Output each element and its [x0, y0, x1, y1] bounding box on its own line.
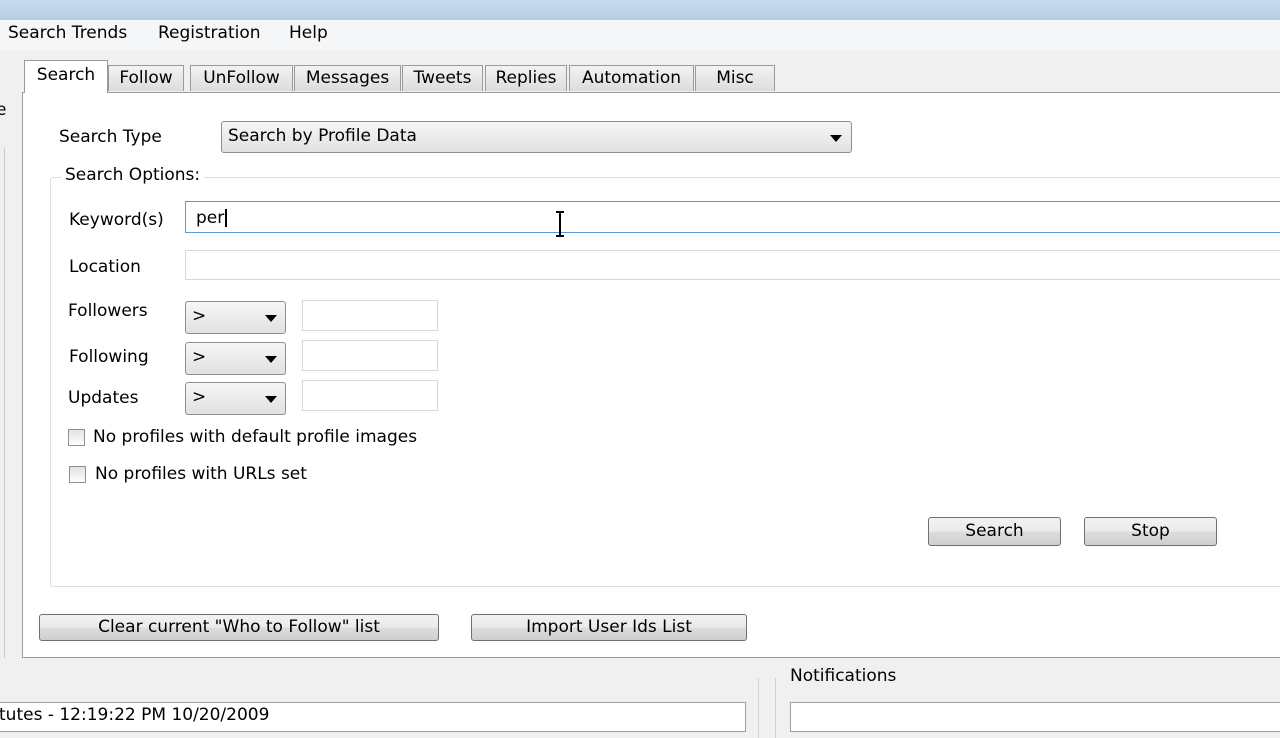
import-user-ids-button[interactable]: Import User Ids List [471, 614, 747, 641]
tab-messages-label: Messages [305, 68, 390, 88]
menu-bar: Search Trends Registration Help [0, 20, 1280, 50]
keywords-input-value: per [196, 208, 225, 228]
search-tab-panel: Search Type Search by Profile Data Searc… [22, 92, 1280, 658]
tab-tweets[interactable]: Tweets [402, 65, 483, 91]
menu-registration[interactable]: Registration [154, 23, 265, 43]
following-operator-value: > [192, 347, 207, 367]
left-side-frame [0, 148, 5, 658]
search-type-value: Search by Profile Data [228, 126, 417, 146]
bottom-area: tutes - 12:19:22 PM 10/20/2009 Notificat… [0, 660, 1280, 738]
tab-follow-label: Follow [119, 68, 173, 88]
notifications-title: Notifications [790, 666, 897, 686]
followers-count-input[interactable] [302, 300, 438, 331]
following-label: Following [69, 347, 149, 367]
followers-operator-dropdown[interactable]: > [185, 301, 286, 334]
updates-operator-dropdown[interactable]: > [185, 382, 286, 415]
location-label: Location [69, 257, 141, 277]
followers-operator-value: > [192, 306, 207, 326]
stop-button-label: Stop [1131, 521, 1170, 541]
search-button-label: Search [965, 521, 1024, 541]
window-title-bar [0, 0, 1280, 20]
updates-count-input[interactable] [302, 380, 438, 411]
notifications-box [790, 702, 1280, 732]
search-button[interactable]: Search [928, 517, 1061, 546]
tab-tweets-label: Tweets [413, 68, 472, 88]
following-count-input[interactable] [302, 340, 438, 371]
chevron-down-icon [265, 356, 277, 363]
text-caret [225, 209, 227, 227]
menu-search-trends[interactable]: Search Trends [4, 23, 131, 43]
status-log-text: tutes - 12:19:22 PM 10/20/2009 [0, 705, 270, 725]
chevron-down-icon [830, 135, 842, 142]
left-cut-label: e [0, 100, 7, 120]
tab-follow[interactable]: Follow [108, 65, 184, 91]
updates-operator-value: > [192, 387, 207, 407]
menu-help[interactable]: Help [285, 23, 332, 43]
keywords-label: Keyword(s) [69, 210, 164, 230]
tab-automation[interactable]: Automation [569, 65, 694, 91]
tab-search[interactable]: Search [24, 60, 108, 93]
tab-unfollow-label: UnFollow [203, 68, 280, 88]
search-type-label: Search Type [59, 127, 162, 147]
tab-misc[interactable]: Misc [695, 65, 775, 91]
tab-replies[interactable]: Replies [485, 65, 567, 91]
clear-who-to-follow-label: Clear current "Who to Follow" list [98, 617, 380, 637]
import-user-ids-label: Import User Ids List [526, 617, 692, 637]
stop-button[interactable]: Stop [1084, 517, 1217, 546]
no-default-images-checkbox[interactable] [68, 429, 85, 446]
keywords-input[interactable]: per [185, 201, 1280, 233]
tab-automation-label: Automation [581, 68, 681, 88]
search-type-dropdown[interactable]: Search by Profile Data [221, 121, 852, 153]
tab-search-label: Search [36, 65, 96, 85]
tab-strip: Search Follow UnFollow Messages Tweets R… [22, 60, 1280, 93]
updates-label: Updates [68, 388, 139, 408]
tab-unfollow[interactable]: UnFollow [190, 65, 293, 91]
followers-label: Followers [68, 301, 148, 321]
left-side-panel: e [0, 50, 22, 660]
no-urls-label: No profiles with URLs set [95, 464, 307, 484]
search-options-title: Search Options: [61, 165, 205, 185]
no-default-images-label: No profiles with default profile images [93, 427, 418, 447]
tab-messages[interactable]: Messages [294, 65, 401, 91]
ibeam-cursor-icon [556, 211, 564, 237]
no-urls-checkbox[interactable] [69, 466, 86, 483]
following-operator-dropdown[interactable]: > [185, 342, 286, 375]
chevron-down-icon [265, 315, 277, 322]
chevron-down-icon [265, 396, 277, 403]
location-input[interactable] [185, 250, 1280, 280]
tab-misc-label: Misc [716, 68, 754, 88]
tab-replies-label: Replies [495, 68, 557, 88]
status-log: tutes - 12:19:22 PM 10/20/2009 [0, 702, 746, 732]
clear-who-to-follow-button[interactable]: Clear current "Who to Follow" list [39, 614, 439, 641]
